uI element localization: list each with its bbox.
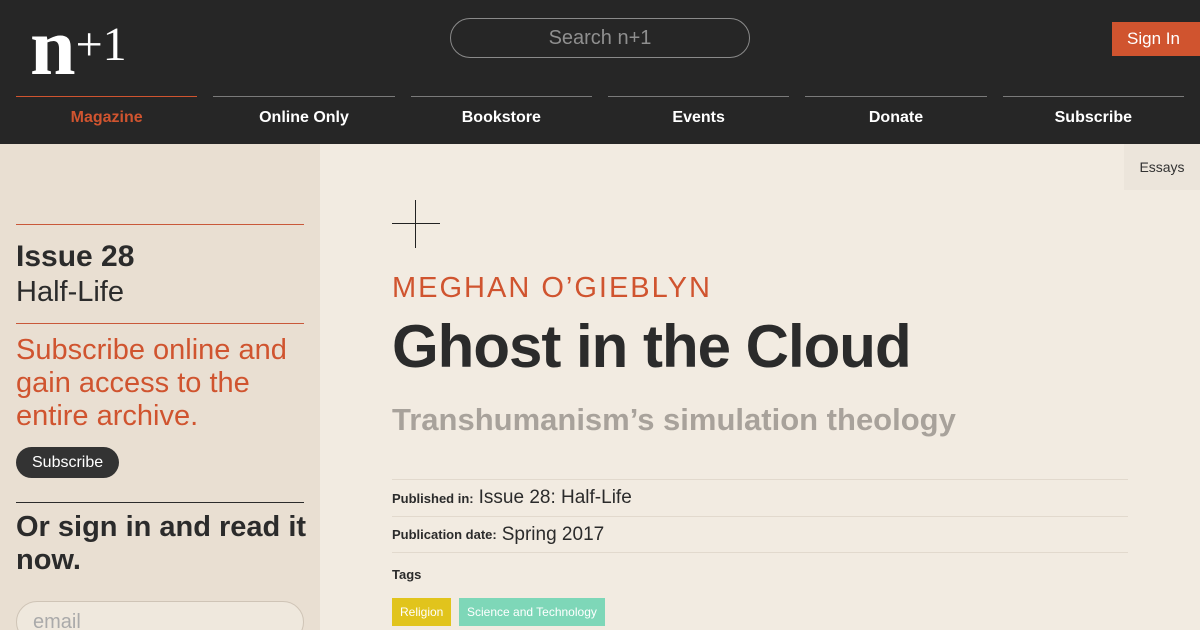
article-subtitle: Transhumanism’s simulation theology — [392, 402, 956, 437]
publication-date-row: Publication date: Spring 2017 — [392, 516, 1128, 553]
tags-label: Tags — [392, 567, 422, 582]
published-in-link[interactable]: Issue 28: Half-Life — [479, 487, 632, 509]
subscribe-button[interactable]: Subscribe — [16, 447, 120, 478]
sidebar-divider — [16, 323, 304, 324]
article-title: Ghost in the Cloud — [392, 313, 912, 380]
site-logo[interactable]: n+1 — [30, 6, 127, 88]
logo-n: n — [30, 1, 76, 92]
sidebar-divider — [16, 502, 304, 503]
search-input[interactable] — [450, 18, 750, 58]
published-in-row: Published in: Issue 28: Half-Life — [392, 479, 1128, 516]
signin-pitch: Or sign in and read it now. — [16, 511, 307, 576]
main-nav: Magazine Online Only Bookstore Events Do… — [16, 96, 1184, 127]
email-field[interactable] — [16, 601, 304, 630]
tag-science-and-technology[interactable]: Science and Technology — [459, 598, 605, 626]
nav-item-magazine[interactable]: Magazine — [16, 96, 198, 127]
sign-in-button[interactable]: Sign In — [1112, 22, 1200, 56]
tag-religion[interactable]: Religion — [392, 598, 452, 626]
subscribe-pitch: Subscribe online and gain access to the … — [16, 334, 287, 432]
nav-item-online-only[interactable]: Online Only — [213, 96, 395, 127]
sidebar-divider — [16, 224, 304, 225]
article-author[interactable]: MEGHAN O’GIEBLYN — [392, 272, 712, 305]
issue-sidebar: Issue 28 Half-Life Subscribe online and … — [0, 144, 320, 630]
logo-plus-one: +1 — [75, 18, 127, 71]
nav-item-subscribe[interactable]: Subscribe — [1002, 96, 1184, 127]
published-in-label: Published in: — [392, 490, 474, 506]
issue-name[interactable]: Half-Life — [16, 276, 124, 309]
nav-item-donate[interactable]: Donate — [805, 96, 987, 127]
section-tab-essays[interactable]: Essays — [1124, 144, 1200, 190]
nav-item-events[interactable]: Events — [607, 96, 790, 127]
publication-date-value: Spring 2017 — [501, 523, 605, 545]
site-header: n+1 Sign In Magazine Online Only Booksto… — [0, 0, 1200, 144]
nav-item-bookstore[interactable]: Bookstore — [410, 96, 592, 127]
publication-date-label: Publication date: — [392, 527, 497, 542]
issue-number[interactable]: Issue 28 — [16, 240, 134, 274]
plus-ornament-icon — [392, 200, 440, 248]
